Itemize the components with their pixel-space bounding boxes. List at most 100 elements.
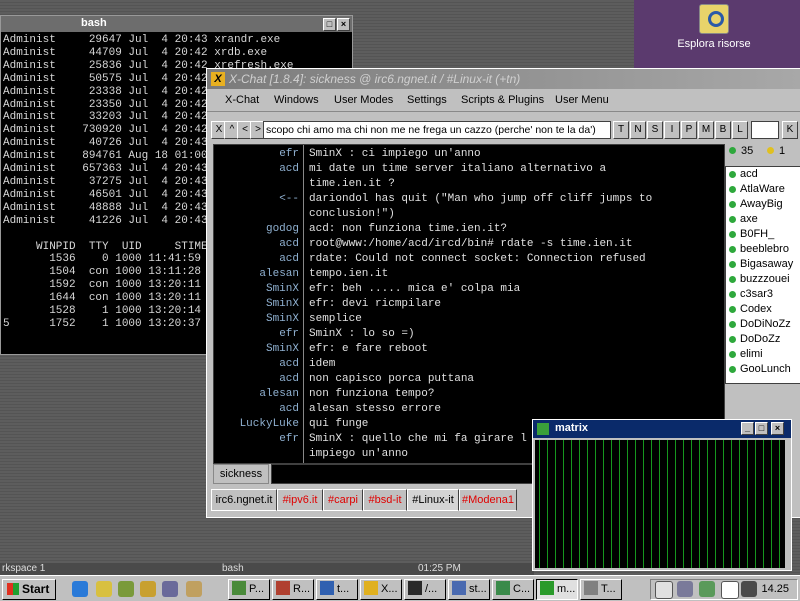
user-list-item[interactable]: buzzzouei (726, 272, 800, 287)
xchat-titlebar[interactable]: X X-Chat [1.8.4]: sickness @ irc6.ngnet.… (207, 69, 800, 89)
chat-nick[interactable]: efr (279, 432, 299, 447)
volume-icon[interactable] (741, 581, 757, 597)
task-button[interactable]: R... (272, 579, 314, 600)
task-button[interactable]: /... (404, 579, 446, 600)
close-icon[interactable]: × (337, 18, 350, 31)
matrix-task-icon (540, 581, 554, 595)
network-icon[interactable] (677, 581, 693, 597)
mode-n-button[interactable]: N (630, 121, 646, 139)
tab-linux-it[interactable]: #Linux-it (407, 489, 459, 511)
task-button[interactable]: C... (492, 579, 534, 600)
user-list-item[interactable]: GooLunch (726, 362, 800, 377)
menu-user-menu[interactable]: User Menu (555, 94, 609, 106)
chat-nick[interactable]: acd (279, 252, 299, 267)
task-button[interactable]: T... (580, 579, 622, 600)
maximize-icon[interactable]: □ (323, 18, 336, 31)
chat-nick[interactable]: SminX (266, 297, 299, 312)
chat-nick[interactable]: alesan (259, 267, 299, 282)
email-icon[interactable] (96, 581, 112, 597)
tab-ipv6[interactable]: #ipv6.it (277, 489, 323, 511)
task-button-active[interactable]: m... (536, 579, 578, 600)
message-input[interactable] (271, 464, 533, 484)
mode-l-button[interactable]: L (732, 121, 748, 139)
user-list-item[interactable]: axe (726, 212, 800, 227)
taskbar: Start P... R... t... X... /... st... C..… (0, 575, 800, 601)
chat-message: non funziona tempo? (309, 388, 435, 400)
chat-nick[interactable]: acd (279, 372, 299, 387)
tab-bsd-it[interactable]: #bsd-it (363, 489, 407, 511)
user-list-item[interactable]: B0FH_ (726, 227, 800, 242)
start-button[interactable]: Start (2, 579, 56, 600)
task-button[interactable]: t... (316, 579, 358, 600)
chat-line: efr SminX : ci impiego un'anno (214, 147, 724, 162)
tray-icon[interactable] (655, 581, 673, 599)
menu-scripts-plugins[interactable]: Scripts & Plugins (461, 94, 544, 106)
chat-nick[interactable]: acd (279, 162, 299, 177)
chat-nick[interactable]: acd (279, 357, 299, 372)
maximize-icon[interactable]: □ (755, 422, 768, 435)
terminal-icon (408, 581, 422, 595)
folder-icon[interactable] (140, 581, 156, 597)
user-list-item[interactable]: c3sar3 (726, 287, 800, 302)
task-button[interactable]: P... (228, 579, 270, 600)
workspace-time: 01:25 PM (418, 563, 461, 574)
chat-log[interactable]: efr SminX : ci impiego un'anno acd mi date … (213, 144, 725, 464)
task-button[interactable]: X... (360, 579, 402, 600)
search-icon[interactable] (186, 581, 202, 597)
chat-nick[interactable]: acd (279, 402, 299, 417)
user-list[interactable]: acd AtlaWare AwayBig axe B0FH_ beeblebro Bigas… (725, 166, 800, 384)
bash-titlebar[interactable]: bash □ × (1, 16, 352, 32)
topic-input[interactable]: scopo chi amo ma chi non me ne frega un … (263, 121, 611, 139)
browser-icon[interactable] (72, 581, 88, 597)
close-icon[interactable]: × (771, 422, 784, 435)
user-list-item[interactable]: Codex (726, 302, 800, 317)
matrix-titlebar[interactable]: matrix _ □ × (533, 420, 791, 438)
user-list-item[interactable]: AtlaWare (726, 182, 800, 197)
chat-nick[interactable]: SminX (266, 282, 299, 297)
mode-i-button[interactable]: I (664, 121, 680, 139)
mode-m-button[interactable]: M (698, 121, 714, 139)
chat-line: acd root@www:/home/acd/ircd/bin# rdate -s… (214, 237, 724, 252)
chat-nick[interactable]: <-- (279, 192, 299, 207)
chat-nick[interactable]: efr (279, 327, 299, 342)
desktop-show-icon[interactable] (118, 581, 134, 597)
tray-icon[interactable] (721, 581, 739, 599)
chat-nick[interactable]: LuckyLuke (240, 417, 299, 432)
matrix-window[interactable]: matrix _ □ × (532, 419, 792, 571)
mode-b-button[interactable]: B (715, 121, 731, 139)
minimize-icon[interactable]: _ (741, 422, 754, 435)
mode-p-button[interactable]: P (681, 121, 697, 139)
user-list-item[interactable]: acd (726, 167, 800, 182)
tab-modena1[interactable]: #Modena1 (459, 489, 517, 511)
user-list-item[interactable]: DoDoZz (726, 332, 800, 347)
tab-carpi[interactable]: #carpi (323, 489, 363, 511)
task-button[interactable]: st... (448, 579, 490, 600)
chat-nick[interactable]: alesan (259, 387, 299, 402)
menu-user-modes[interactable]: User Modes (334, 94, 393, 106)
user-list-item[interactable]: Bigasaway (726, 257, 800, 272)
chat-nick[interactable]: godog (266, 222, 299, 237)
user-list-item[interactable]: AwayBig (726, 197, 800, 212)
tab-server[interactable]: irc6.ngnet.it (211, 489, 277, 511)
chat-nick[interactable]: efr (279, 147, 299, 162)
user-list-item[interactable]: elimi (726, 347, 800, 362)
limit-input[interactable] (751, 121, 779, 139)
menu-settings[interactable]: Settings (407, 94, 447, 106)
tray-icon[interactable] (699, 581, 715, 597)
desktop-icon-explorer[interactable]: Esplora risorse (674, 4, 754, 50)
user-list-item[interactable]: beeblebro (726, 242, 800, 257)
tool-icon[interactable] (162, 581, 178, 597)
mode-t-button[interactable]: T (613, 121, 629, 139)
chat-line: time.ien.it ? (214, 177, 724, 192)
mode-k-button[interactable]: K (782, 121, 798, 139)
menu-xchat[interactable]: X-Chat (225, 94, 259, 106)
desktop-icon-label: Esplora risorse (677, 38, 751, 50)
user-list-item[interactable]: DoDiNoZz (726, 317, 800, 332)
nick-button[interactable]: sickness (213, 464, 269, 484)
chat-nick[interactable]: SminX (266, 342, 299, 357)
menu-windows[interactable]: Windows (274, 94, 319, 106)
mode-s-button[interactable]: S (647, 121, 663, 139)
chat-nick[interactable]: acd (279, 237, 299, 252)
chat-nick[interactable]: SminX (266, 312, 299, 327)
workspace-label: rkspace 1 (2, 563, 46, 574)
